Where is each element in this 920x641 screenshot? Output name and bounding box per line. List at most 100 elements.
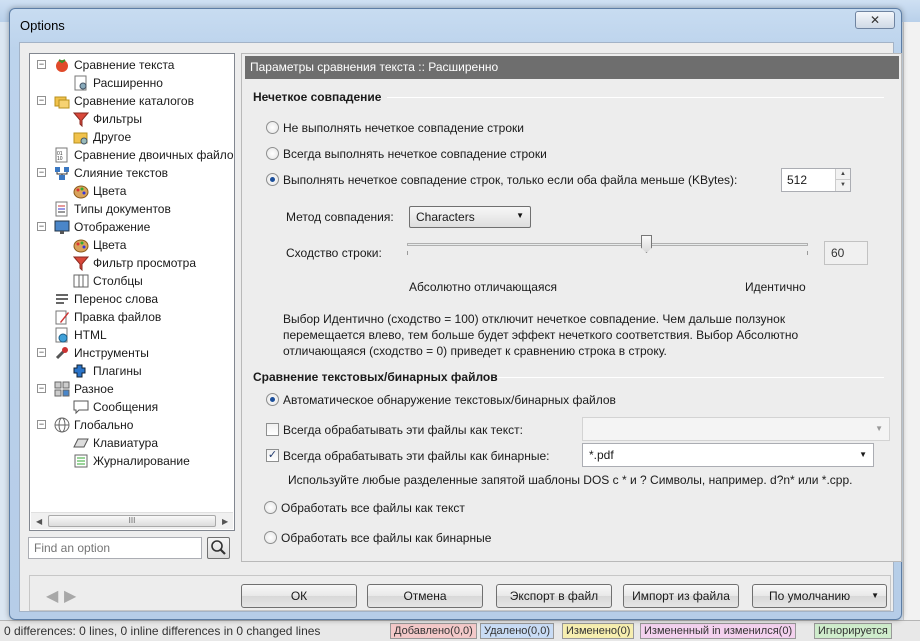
filter-icon — [72, 111, 90, 128]
radio-fuzzy-always-circle[interactable] — [266, 147, 279, 160]
collapse-toggle-icon[interactable]: − — [37, 384, 46, 393]
tree-item[interactable]: − Сравнение текста — [30, 56, 234, 74]
tree-item[interactable]: Сообщения — [30, 398, 234, 416]
button-bar: ◀ ▶ ОК Отмена Экспорт в файл Импорт из ф… — [29, 575, 891, 611]
tree-item-label: Инструменты — [74, 346, 149, 360]
tree-item[interactable]: 01 10 Сравнение двоичных файло — [30, 146, 234, 164]
close-icon: ✕ — [869, 13, 881, 27]
similarity-label: Сходство строки: — [286, 246, 382, 260]
back-arrow-icon[interactable]: ◀ — [46, 586, 58, 606]
tree-horizontal-scrollbar[interactable]: ◀ III ▶ — [31, 512, 233, 529]
collapse-toggle-icon[interactable]: − — [37, 96, 46, 105]
tree-item[interactable]: Клавиатура — [30, 434, 234, 452]
radio-fuzzy-conditional-label: Выполнять нечеткое совпадение строк, тол… — [283, 173, 738, 187]
tree-item[interactable]: Типы документов — [30, 200, 234, 218]
radio-fuzzy-never-label: Не выполнять нечеткое совпадение строки — [283, 121, 524, 135]
tree-item[interactable]: Перенос слова — [30, 290, 234, 308]
collapse-toggle-icon[interactable]: − — [37, 348, 46, 357]
kbytes-value: 512 — [787, 173, 808, 187]
panel-header: Параметры сравнения текста :: Расширенно — [245, 56, 899, 79]
always-binary-input[interactable]: *.pdf ▼ — [582, 443, 874, 467]
tree-item[interactable]: Другое — [30, 128, 234, 146]
radio-fuzzy-never-circle[interactable] — [266, 121, 279, 134]
tree-item[interactable]: − Сравнение каталогов — [30, 92, 234, 110]
collapse-toggle-icon[interactable]: − — [37, 60, 46, 69]
tree-item[interactable]: Фильтр просмотра — [30, 254, 234, 272]
collapse-toggle-icon[interactable]: − — [37, 222, 46, 231]
wordwrap-icon — [54, 291, 70, 307]
export-button[interactable]: Экспорт в файл — [496, 584, 612, 608]
palette-icon — [73, 237, 89, 253]
chevron-down-icon: ▼ — [875, 424, 883, 433]
log-icon — [73, 453, 89, 469]
radio-auto-detect-circle[interactable] — [266, 393, 279, 406]
filter-icon — [72, 255, 90, 272]
tree-item[interactable]: Фильтры — [30, 110, 234, 128]
tree-item[interactable]: − Инструменты — [30, 344, 234, 362]
scroll-thumb[interactable]: III — [48, 515, 216, 527]
collapse-toggle-icon[interactable]: − — [37, 168, 46, 177]
method-select[interactable]: Characters ▼ — [409, 206, 531, 228]
always-binary-value: *.pdf — [589, 448, 614, 462]
cancel-button[interactable]: Отмена — [367, 584, 483, 608]
slider-thumb[interactable] — [641, 235, 652, 253]
badge-added: Добавлено(0,0) — [390, 623, 477, 639]
collapse-toggle-icon[interactable]: − — [37, 420, 46, 429]
tree-item-label: Расширенно — [93, 76, 163, 90]
tree-item[interactable]: Плагины — [30, 362, 234, 380]
radio-fuzzy-conditional-circle[interactable] — [266, 173, 279, 186]
tree-item[interactable]: Столбцы — [30, 272, 234, 290]
tree-item-label: Глобально — [74, 418, 134, 432]
tree-item-label: Сравнение двоичных файло — [74, 148, 234, 162]
globe-icon — [54, 417, 70, 433]
always-text-input[interactable]: ▼ — [582, 417, 890, 441]
forward-arrow-icon[interactable]: ▶ — [64, 586, 76, 606]
close-button[interactable]: ✕ — [855, 11, 895, 29]
message-icon — [73, 399, 89, 415]
tree-item[interactable]: Цвета — [30, 182, 234, 200]
tree-item-label: Сравнение каталогов — [74, 94, 194, 108]
settings-panel: Параметры сравнения текста :: Расширенно… — [241, 53, 902, 562]
radio-all-text-circle[interactable] — [264, 501, 277, 514]
slider-tick-max — [807, 251, 808, 255]
scroll-right-icon[interactable]: ▶ — [222, 517, 228, 526]
tree-item[interactable]: Расширенно — [30, 74, 234, 92]
tree-item[interactable]: − Глобально — [30, 416, 234, 434]
merge-icon — [54, 165, 70, 181]
radio-all-binary-circle[interactable] — [264, 531, 277, 544]
options-tree[interactable]: Журналирование Клавиатура − Глобально Сообще… — [29, 53, 235, 531]
tools-icon — [54, 345, 70, 361]
ok-button[interactable]: ОК — [241, 584, 357, 608]
slider-track[interactable] — [407, 243, 808, 246]
tree-item-label: Плагины — [93, 364, 142, 378]
tree-item-label: Цвета — [93, 184, 127, 198]
kbytes-spinner[interactable]: 512 ▲ ▼ — [781, 168, 851, 192]
tree-item-label: Разное — [74, 382, 114, 396]
search-button[interactable] — [207, 537, 230, 559]
background-status-text: 0 differences: 0 lines, 0 inline differe… — [4, 624, 321, 638]
tree-item-label: Клавиатура — [93, 436, 158, 450]
tree-item[interactable]: Журналирование — [30, 452, 234, 470]
tree-item[interactable]: Правка файлов — [30, 308, 234, 326]
import-button[interactable]: Импорт из файла — [623, 584, 739, 608]
search-input[interactable] — [28, 537, 202, 559]
settings-page-icon — [73, 75, 89, 91]
spin-up-icon[interactable]: ▲ — [836, 169, 850, 180]
spin-down-icon[interactable]: ▼ — [836, 180, 850, 191]
tree-item-label: Перенос слова — [74, 292, 159, 306]
always-binary-check[interactable]: ✓ — [266, 449, 279, 462]
tree-item[interactable]: − Разное — [30, 380, 234, 398]
always-text-check[interactable] — [266, 423, 279, 436]
tree-item[interactable]: Цвета — [30, 236, 234, 254]
defaults-button[interactable]: По умолчанию ▼ — [752, 584, 887, 608]
tree-item[interactable]: HTML — [30, 326, 234, 344]
tree-item-label: Столбцы — [93, 274, 143, 288]
similarity-slider[interactable] — [407, 235, 810, 261]
method-label: Метод совпадения: — [286, 210, 394, 224]
tree-item-label: HTML — [74, 328, 107, 342]
dialog-client-area: Журналирование Клавиатура − Глобально Сообще… — [19, 42, 902, 612]
chevron-down-icon: ▼ — [859, 450, 867, 459]
tree-item[interactable]: − Слияние текстов — [30, 164, 234, 182]
tree-item[interactable]: − Отображение — [30, 218, 234, 236]
scroll-left-icon[interactable]: ◀ — [36, 517, 42, 526]
